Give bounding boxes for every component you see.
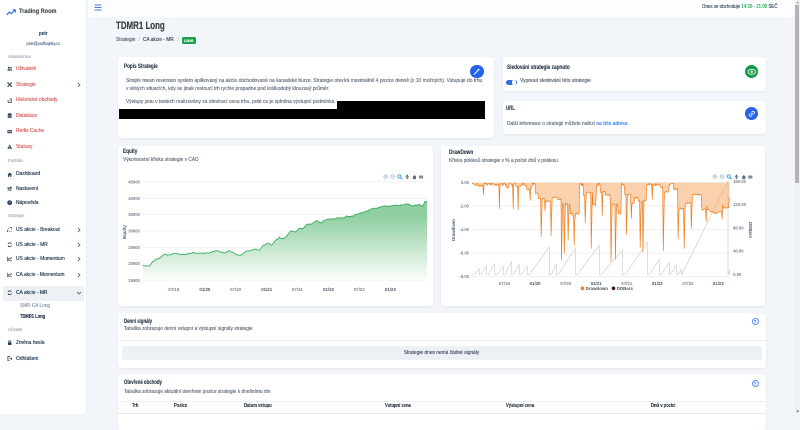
svg-text:07/22: 07/22 bbox=[682, 281, 694, 286]
svg-text:07/22: 07/22 bbox=[354, 287, 366, 292]
svg-text:01/20: 01/20 bbox=[529, 281, 541, 286]
svg-text:80.00: 80.00 bbox=[733, 225, 744, 230]
svg-text:40000: 40000 bbox=[128, 196, 140, 201]
svg-text:DDBars: DDBars bbox=[616, 286, 633, 291]
svg-text:30000: 30000 bbox=[128, 229, 140, 234]
svg-text:01/22: 01/22 bbox=[651, 281, 663, 286]
svg-text:15000: 15000 bbox=[128, 278, 140, 283]
svg-text:-8.00: -8.00 bbox=[459, 274, 469, 279]
svg-text:Equity: Equity bbox=[122, 225, 127, 239]
svg-text:160.00: 160.00 bbox=[733, 179, 746, 184]
svg-text:01/22: 01/22 bbox=[323, 287, 335, 292]
svg-text:-4.00: -4.00 bbox=[459, 227, 469, 232]
svg-text:0.00: 0.00 bbox=[733, 272, 742, 277]
svg-text:-2.00: -2.00 bbox=[459, 204, 469, 209]
svg-text:45000: 45000 bbox=[128, 179, 140, 184]
svg-text:DDBars: DDBars bbox=[748, 222, 753, 238]
svg-text:07/20: 07/20 bbox=[230, 287, 242, 292]
svg-text:120.00: 120.00 bbox=[733, 202, 746, 207]
svg-text:0.00: 0.00 bbox=[461, 180, 470, 185]
svg-text:35000: 35000 bbox=[128, 212, 140, 217]
svg-text:-6.00: -6.00 bbox=[459, 251, 469, 256]
svg-text:07/19: 07/19 bbox=[499, 281, 511, 286]
svg-text:01/23: 01/23 bbox=[385, 287, 397, 292]
svg-text:?: ? bbox=[9, 201, 11, 205]
svg-text:01/21: 01/21 bbox=[261, 287, 273, 292]
svg-text:07/19: 07/19 bbox=[168, 287, 180, 292]
svg-text:07/21: 07/21 bbox=[292, 287, 304, 292]
svg-text:40.00: 40.00 bbox=[733, 249, 744, 254]
svg-text:20000: 20000 bbox=[128, 261, 140, 266]
svg-text:Drawdown: Drawdown bbox=[585, 286, 608, 291]
svg-text:01/23: 01/23 bbox=[712, 281, 724, 286]
svg-text:01/20: 01/20 bbox=[199, 287, 211, 292]
svg-text:07/20: 07/20 bbox=[560, 281, 572, 286]
svg-text:Drawdown: Drawdown bbox=[451, 219, 456, 241]
svg-text:25000: 25000 bbox=[128, 245, 140, 250]
